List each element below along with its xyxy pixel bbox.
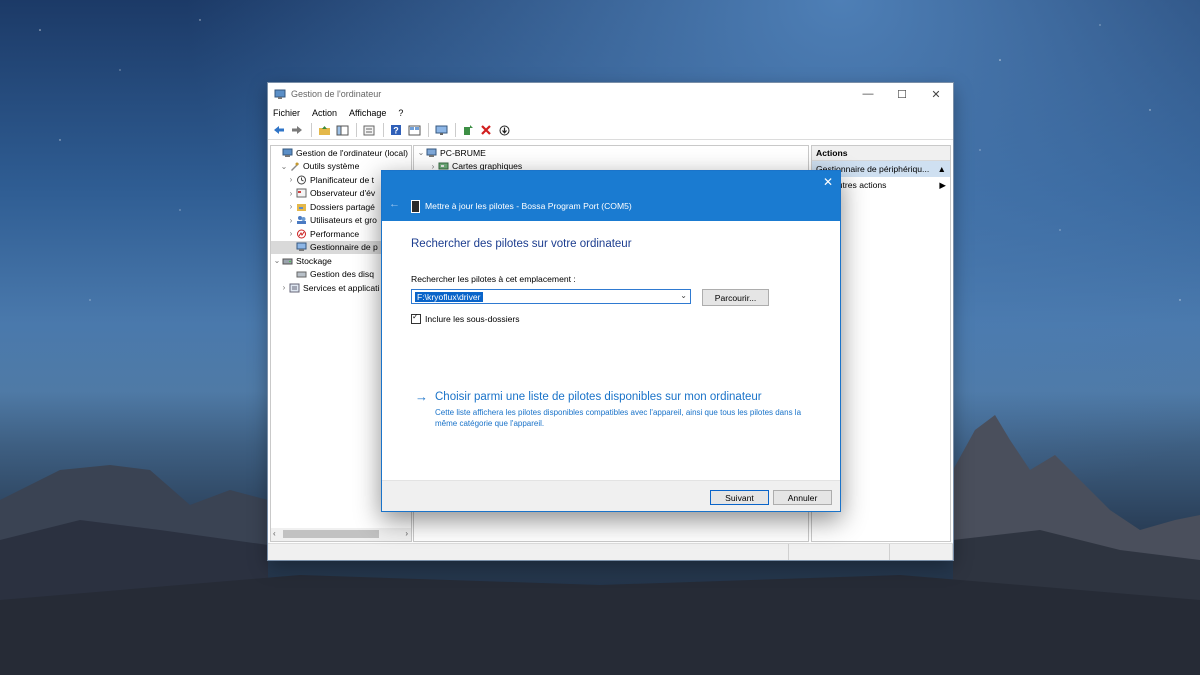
menu-bar: Fichier Action Affichage ?: [268, 105, 953, 121]
browse-button[interactable]: Parcourir...: [702, 289, 769, 306]
driver-path-value[interactable]: F:\kryoflux\driver: [415, 291, 483, 302]
clock-icon: [297, 175, 306, 185]
expand-chevron-icon[interactable]: ›: [286, 175, 296, 184]
device_tree-label: PC-BRUME: [440, 147, 486, 158]
dialog-header: ✕ ← Mettre à jour les pilotes - Bossa Pr…: [382, 171, 840, 221]
properties-icon[interactable]: [361, 123, 377, 137]
svg-text:?: ?: [393, 126, 399, 136]
horizontal-scrollbar[interactable]: ‹ ›: [271, 528, 411, 541]
collapse-icon[interactable]: ▲: [937, 164, 946, 174]
maximize-button[interactable]: ☐: [885, 83, 919, 105]
dialog-heading: Rechercher des pilotes sur votre ordinat…: [411, 238, 632, 250]
services-icon: [289, 283, 300, 293]
collapse-chevron-icon[interactable]: ⌄: [416, 148, 426, 157]
cancel-button[interactable]: Annuler: [773, 490, 832, 505]
location-label: Rechercher les pilotes à cet emplacement…: [411, 274, 576, 284]
tree-item[interactable]: Gestion de l'ordinateur (local): [271, 146, 411, 160]
device-icon: [411, 200, 420, 213]
scroll-thumb[interactable]: [283, 530, 379, 538]
forward-arrow-icon[interactable]: [289, 123, 305, 137]
chevron-down-icon[interactable]: ⌄: [680, 291, 687, 300]
monitor-scan-icon[interactable]: [433, 123, 449, 137]
tree-label: Observateur d'év: [310, 188, 376, 199]
download-icon[interactable]: [496, 123, 512, 137]
users-icon: [297, 216, 306, 225]
uninstall-device-icon[interactable]: [478, 123, 494, 137]
computer-management-icon: [274, 89, 286, 99]
tree-label: Services et applicati: [303, 282, 380, 293]
expand-chevron-icon[interactable]: ›: [286, 202, 296, 211]
submenu-arrow-icon: ▶: [939, 179, 946, 190]
menu-action[interactable]: Action: [312, 108, 337, 118]
minimize-button[interactable]: —: [851, 83, 885, 105]
menu-help[interactable]: ?: [398, 108, 403, 118]
up-folder-icon[interactable]: [316, 123, 332, 137]
tree-label: Stockage: [296, 255, 332, 266]
collapse-chevron-icon[interactable]: ⌄: [272, 256, 282, 265]
arrow-right-icon[interactable]: →: [415, 389, 428, 404]
performance-icon: [297, 229, 306, 239]
tree-label: Gestion de l'ordinateur (local): [296, 147, 408, 158]
dialog-back-button[interactable]: ←: [389, 198, 400, 210]
status-bar: [268, 543, 953, 560]
expand-chevron-icon[interactable]: ›: [286, 189, 296, 198]
tree-label: Gestionnaire de p: [310, 242, 378, 253]
update-driver-icon[interactable]: [460, 123, 476, 137]
title-bar[interactable]: Gestion de l'ordinateur — ☐ ✕: [268, 83, 953, 105]
computer-icon: [426, 148, 437, 157]
dialog-close-button[interactable]: ✕: [823, 175, 833, 189]
close-button[interactable]: ✕: [919, 83, 953, 105]
next-button[interactable]: Suivant: [710, 490, 769, 505]
choose-from-list-description: Cette liste affichera les pilotes dispon…: [435, 408, 802, 428]
scroll-left-icon[interactable]: ‹: [273, 529, 276, 538]
device_tree-item[interactable]: ⌄ PC-BRUME: [414, 146, 808, 160]
tree-label: Dossiers partagé: [310, 201, 375, 212]
dialog-title: Mettre à jour les pilotes - Bossa Progra…: [425, 201, 632, 211]
tools-icon: [291, 162, 299, 172]
device-manager-icon: [296, 242, 307, 252]
tree-label: Outils système: [303, 161, 360, 172]
update-driver-dialog: ✕ ← Mettre à jour les pilotes - Bossa Pr…: [381, 170, 841, 512]
driver-path-combobox[interactable]: F:\kryoflux\driver ⌄: [411, 289, 691, 304]
back-arrow-icon[interactable]: [271, 123, 287, 137]
tree-label: Gestion des disq: [310, 269, 375, 280]
storage-icon: [282, 258, 293, 265]
tree-label: Performance: [310, 228, 360, 239]
computer-management-icon: [282, 148, 293, 157]
actions-header: Actions: [812, 146, 950, 161]
scroll-right-icon[interactable]: ›: [405, 529, 408, 538]
include-subfolders-label: Inclure les sous-dossiers: [425, 314, 520, 324]
window-title: Gestion de l'ordinateur: [291, 89, 382, 99]
console-view-icon[interactable]: [406, 123, 422, 137]
tree-label: Planificateur de t: [310, 174, 375, 185]
choose-from-list-link[interactable]: Choisir parmi une liste de pilotes dispo…: [435, 391, 762, 403]
shared-folder-icon: [297, 203, 306, 211]
checkbox-checked-icon[interactable]: [411, 312, 421, 324]
dialog-footer: Suivant Annuler: [382, 480, 840, 511]
expand-chevron-icon[interactable]: ›: [286, 216, 296, 225]
expand-chevron-icon[interactable]: ›: [279, 283, 289, 292]
collapse-chevron-icon[interactable]: ⌄: [279, 162, 289, 171]
toolbar: ?: [268, 121, 953, 140]
include-subfolders-checkbox[interactable]: Inclure les sous-dossiers: [411, 312, 520, 324]
tree-label: Utilisateurs et gro: [310, 215, 377, 226]
event-viewer-icon: [296, 188, 307, 198]
show-hide-tree-icon[interactable]: [334, 123, 350, 137]
menu-fichier[interactable]: Fichier: [273, 108, 300, 118]
disk-icon: [296, 271, 307, 278]
help-icon[interactable]: ?: [388, 123, 404, 137]
expand-chevron-icon[interactable]: ›: [286, 229, 296, 238]
menu-affichage[interactable]: Affichage: [349, 108, 386, 118]
